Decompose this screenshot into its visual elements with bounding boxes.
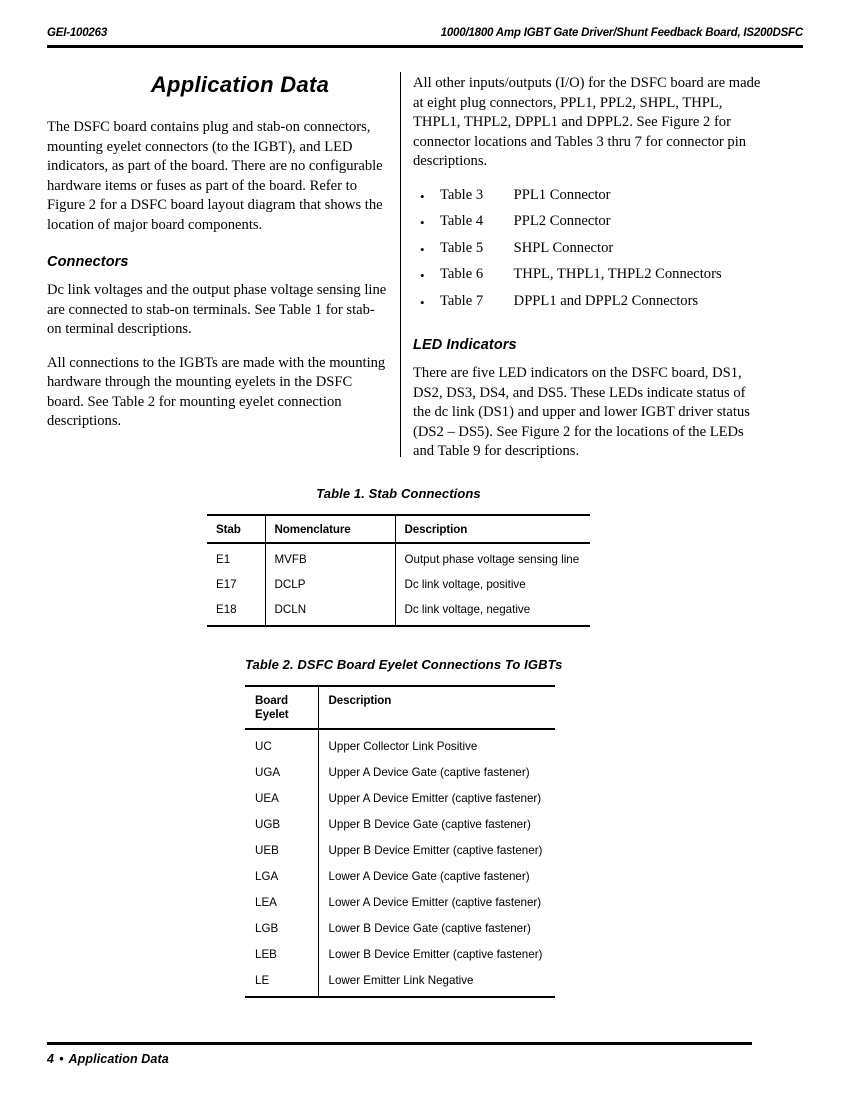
list-item: • Table 3 PPL1 Connector [413,186,765,213]
led-indicators-paragraph: There are five LED indicators on the DSF… [413,365,750,459]
column-header-nomenclature: Nomenclature [264,514,395,544]
list-item: • Table 6 THPL, THPL1, THPL2 Connectors [413,265,765,292]
cell-board-eyelet: LE [245,967,318,998]
page-footer: 4 • Application Data [47,1052,169,1066]
cell-board-eyelet: UGA [255,766,281,779]
list-item: • Table 4 PPL2 Connector [413,212,765,239]
connectors-paragraph-2: All connections to the IGBTs are made wi… [47,354,386,430]
footer-divider-rule [47,1042,752,1045]
table-row: UGA Upper A Device Gate (captive fastene… [245,759,555,786]
column-header-line-2: Eyelet [255,708,289,721]
connectors-paragraph-1: Dc link voltages and the output phase vo… [47,282,387,337]
document-title: 1000/1800 Amp IGBT Gate Driver/Shunt Fee… [440,27,804,39]
table-header-row: Board Eyelet Description [245,685,555,730]
document-page: GEI-100263 1000/1800 Amp IGBT Gate Drive… [0,0,850,1100]
column-divider-rule [400,72,402,457]
table-reference-label: Table 3 [440,186,484,203]
cell-stab: E17 [216,578,237,591]
left-column: Application Data The DSFC board contains… [47,72,387,432]
io-paragraph: All other inputs/outputs (I/O) for the D… [413,75,761,169]
table-row: UGB Upper B Device Gate (captive fastene… [245,811,555,838]
table-2: Board Eyelet Description UC Upper Collec… [245,685,555,998]
cell-description: Lower A Device Emitter (captive fastener… [317,889,555,916]
cell-board-eyelet: UC [255,740,272,753]
table-header-row: Stab Nomenclature Description [207,514,590,544]
cell-description: Output phase voltage sensing line [394,543,590,572]
bullet-icon: • [420,241,425,257]
cell-description: Upper B Device Emitter (captive fastener… [317,837,555,864]
table-row: UC Upper Collector Link Positive [245,729,555,760]
footer-separator-icon: • [59,1052,64,1066]
column-header-stab: Stab [207,514,265,544]
table-row: E18 DCLN Dc link voltage, negative [207,597,590,627]
column-header-board-eyelet: Board Eyelet [245,685,318,730]
cell-description: Dc link voltage, positive [394,572,590,597]
table-2-caption: Table 2. DSFC Board Eyelet Connections T… [245,657,563,672]
bullet-icon: • [420,268,425,283]
cell-description: Upper Collector Link Positive [317,729,555,760]
table-row: LE Lower Emitter Link Negative [245,967,555,998]
cell-board-eyelet: UGB [255,818,281,831]
list-item: • Table 7 DPPL1 and DPPL2 Connectors [413,292,765,319]
column-header-description: Description [317,685,555,730]
cell-stab: E18 [207,597,265,627]
right-column: All other inputs/outputs (I/O) for the D… [413,74,765,462]
cell-board-eyelet: UEA [255,792,279,805]
cell-description: Lower B Device Gate (captive fastener) [317,915,555,942]
table-reference-label: Table 5 [440,239,484,256]
footer-section-name: Application Data [68,1052,169,1066]
cell-board-eyelet: UEB [255,844,279,857]
cell-description: Dc link voltage, negative [394,597,590,627]
cell-description: Upper A Device Gate (captive fastener) [317,759,555,786]
cell-nomenclature: DCLP [264,572,395,597]
bullet-icon: • [420,215,425,230]
table-row: LGA Lower A Device Gate (captive fastene… [245,863,555,890]
connectors-heading: Connectors [47,254,129,270]
cell-board-eyelet: LGA [255,870,279,883]
cell-nomenclature: DCLN [264,597,395,627]
header-divider-rule [47,45,803,48]
table-row: LEA Lower A Device Emitter (captive fast… [245,889,555,916]
cell-board-eyelet: LGB [255,922,279,935]
bullet-icon: • [420,294,425,310]
table-reference-description: DPPL1 and DPPL2 Connectors [513,292,699,309]
table-row: LGB Lower B Device Gate (captive fastene… [245,915,555,942]
table-reference-label: Table 6 [440,266,484,282]
table-reference-list: • Table 3 PPL1 Connector • Table 4 PPL2 … [413,186,765,319]
table-reference-description: SHPL Connector [513,239,614,256]
column-header-description: Description [394,514,590,544]
cell-nomenclature: MVFB [264,543,395,572]
table-reference-label: Table 7 [440,292,484,309]
table-2-block: Table 2. DSFC Board Eyelet Connections T… [245,657,563,998]
column-header-line-1: Board [255,694,288,707]
intro-paragraph: The DSFC board contains plug and stab-on… [47,119,383,233]
cell-board-eyelet: LEA [255,896,277,909]
table-reference-label: Table 4 [440,213,484,229]
table-row: LEB Lower B Device Emitter (captive fast… [245,941,555,968]
table-1: Stab Nomenclature Description E1 MVFB Ou… [207,514,590,627]
table-row: UEA Upper A Device Emitter (captive fast… [245,785,555,812]
table-reference-description: THPL, THPL1, THPL2 Connectors [513,266,722,282]
cell-board-eyelet: LEB [255,948,277,961]
bullet-icon: • [420,188,425,204]
table-1-caption: Table 1. Stab Connections [316,486,481,501]
cell-description: Upper B Device Gate (captive fastener) [317,811,555,838]
page-title: Application Data [150,72,330,97]
table-1-block: Table 1. Stab Connections Stab Nomenclat… [207,486,590,627]
cell-stab: E1 [216,553,231,566]
table-reference-description: PPL2 Connector [513,213,611,229]
cell-description: Lower A Device Gate (captive fastener) [317,863,555,890]
table-reference-description: PPL1 Connector [513,186,611,203]
cell-description: Upper A Device Emitter (captive fastener… [317,785,555,812]
cell-description: Lower Emitter Link Negative [317,967,555,998]
table-row: E17 DCLP Dc link voltage, positive [207,572,590,597]
table-row: E1 MVFB Output phase voltage sensing lin… [207,543,590,572]
page-number: 4 [47,1052,55,1066]
led-indicators-heading: LED Indicators [413,337,517,353]
cell-description: Lower B Device Emitter (captive fastener… [317,941,555,968]
document-number: GEI-100263 [47,27,108,39]
table-row: UEB Upper B Device Emitter (captive fast… [245,837,555,864]
list-item: • Table 5 SHPL Connector [413,239,765,266]
